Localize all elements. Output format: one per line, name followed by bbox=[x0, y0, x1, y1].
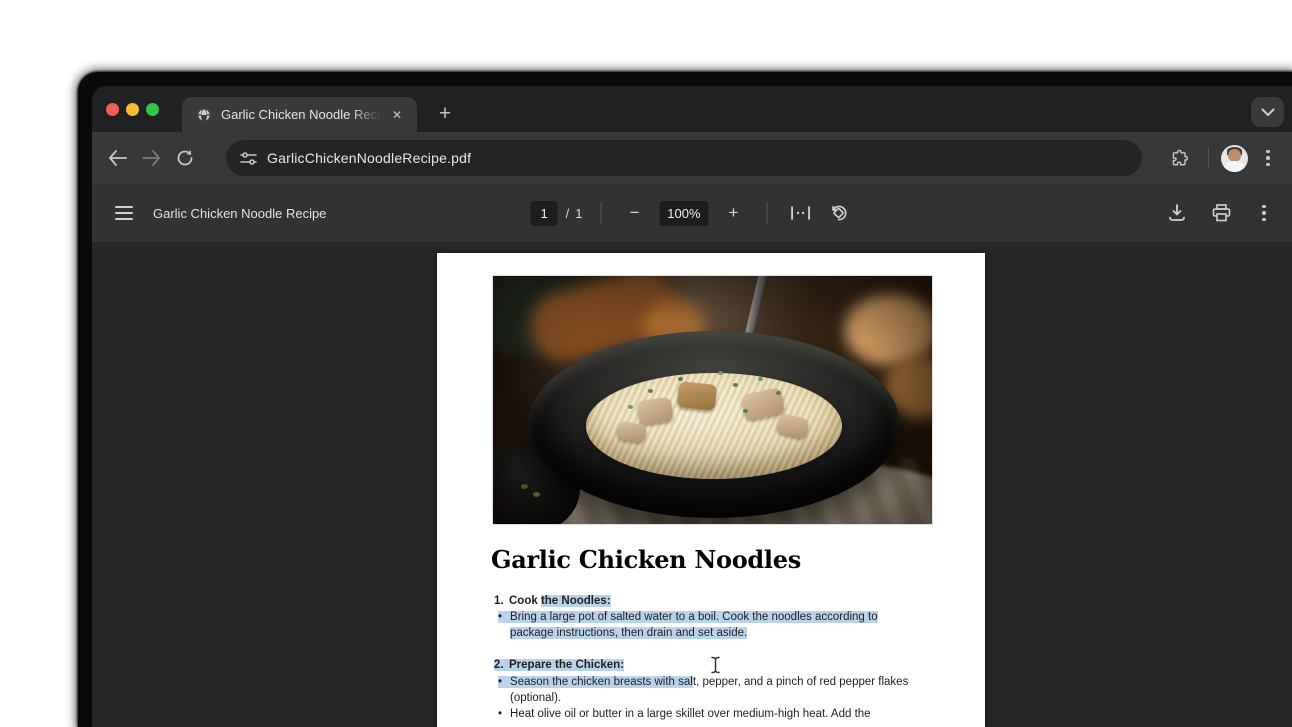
forward-button[interactable] bbox=[134, 141, 168, 175]
text-cursor-ibeam bbox=[710, 656, 721, 674]
pdf-viewer-area[interactable]: Garlic Chicken Noodles 1.Cook the Noodle… bbox=[92, 242, 1292, 727]
toolbar-divider bbox=[1208, 147, 1209, 169]
browser-window: Garlic Chicken Noodle Reci ✕ + bbox=[92, 86, 1292, 727]
pdf-toolbar-divider bbox=[600, 202, 601, 224]
window-controls bbox=[106, 103, 159, 116]
step-1-bullet-line-1: • Bring a large pot of salted water to a … bbox=[498, 609, 878, 625]
bullet-glyph: • bbox=[498, 611, 502, 623]
step-2-bullet-2-text: Heat olive oil or butter in a large skil… bbox=[510, 708, 871, 720]
new-tab-button[interactable]: + bbox=[430, 99, 460, 129]
pdf-toolbar-center: / 1 − 100% + bbox=[531, 184, 854, 242]
zoom-out-button[interactable]: − bbox=[619, 198, 649, 228]
pdf-menu-hamburger-icon[interactable] bbox=[110, 199, 138, 227]
step-1-bullet-text-2: package instructions, then drain and set… bbox=[510, 627, 747, 639]
back-button[interactable] bbox=[100, 141, 134, 175]
download-icon[interactable] bbox=[1162, 198, 1192, 228]
active-tab[interactable]: Garlic Chicken Noodle Reci ✕ bbox=[182, 97, 417, 132]
print-icon[interactable] bbox=[1206, 198, 1236, 228]
page-number-input[interactable] bbox=[531, 201, 558, 226]
profile-avatar[interactable] bbox=[1221, 145, 1248, 172]
page-total: 1 bbox=[575, 206, 582, 221]
page-divider: / bbox=[566, 206, 570, 221]
step-2-bullet-text-2: (optional). bbox=[510, 692, 561, 704]
zoom-level-value: 100% bbox=[659, 201, 708, 226]
browser-toolbar: GarlicChickenNoodleRecipe.pdf bbox=[92, 132, 1292, 184]
globe-favicon-icon bbox=[196, 107, 212, 123]
pdf-document-title: Garlic Chicken Noodle Recipe bbox=[153, 184, 326, 242]
bullet-glyph: • bbox=[498, 676, 502, 688]
browser-menu-dots-icon[interactable] bbox=[1254, 144, 1282, 172]
step-1-marker: 1. bbox=[494, 593, 509, 609]
reload-button[interactable] bbox=[168, 141, 202, 175]
step-2-heading: 2.Prepare the Chicken: bbox=[494, 657, 624, 673]
avatar-face bbox=[1228, 149, 1241, 162]
site-settings-tune-icon[interactable] bbox=[240, 151, 257, 166]
photo-vignette bbox=[493, 276, 932, 524]
pdf-toolbar-divider-2 bbox=[766, 202, 767, 224]
avatar-shoulders bbox=[1223, 161, 1246, 172]
step-2-marker: 2. bbox=[494, 657, 509, 673]
chevron-down-icon bbox=[1261, 108, 1275, 117]
step-2-heading-selected: Prepare the Chicken: bbox=[509, 659, 624, 671]
minimize-window-button[interactable] bbox=[126, 103, 139, 116]
toolbar-right-group bbox=[1162, 132, 1292, 184]
url-text: GarlicChickenNoodleRecipe.pdf bbox=[267, 150, 471, 166]
tab-strip: Garlic Chicken Noodle Reci ✕ + bbox=[92, 86, 1292, 132]
extensions-puzzle-icon[interactable] bbox=[1162, 141, 1196, 175]
rotate-icon[interactable] bbox=[823, 198, 853, 228]
browser-window-frame: Garlic Chicken Noodle Reci ✕ + bbox=[78, 72, 1292, 727]
maximize-window-button[interactable] bbox=[146, 103, 159, 116]
step-2-bullet-text-selected: Season the chicken breasts with sal bbox=[510, 676, 693, 688]
pdf-page[interactable]: Garlic Chicken Noodles 1.Cook the Noodle… bbox=[437, 253, 985, 727]
pdf-toolbar-right bbox=[1162, 184, 1278, 242]
pdf-toolbar: Garlic Chicken Noodle Recipe / 1 − 100% … bbox=[92, 184, 1292, 242]
step-1-heading-selected: the Noodles: bbox=[541, 595, 611, 607]
step-1-bullet-text-1: Bring a large pot of salted water to a b… bbox=[510, 611, 878, 623]
step-1-heading: 1.Cook the Noodles: bbox=[494, 593, 611, 609]
close-window-button[interactable] bbox=[106, 103, 119, 116]
step-2-bullet-text-normal: t, pepper, and a pinch of red pepper fla… bbox=[693, 676, 908, 688]
step-1-heading-normal: Cook bbox=[509, 595, 541, 607]
tab-close-icon[interactable]: ✕ bbox=[387, 105, 407, 125]
recipe-photo bbox=[492, 275, 933, 525]
recipe-title: Garlic Chicken Noodles bbox=[491, 545, 801, 574]
pdf-more-vertical-icon[interactable] bbox=[1250, 199, 1278, 227]
screenshot-canvas: Garlic Chicken Noodle Reci ✕ + bbox=[0, 0, 1292, 727]
tab-title: Garlic Chicken Noodle Reci bbox=[221, 107, 381, 122]
step-1-bullet-line-2: package instructions, then drain and set… bbox=[510, 625, 747, 641]
step-2-bullet-line-1: • Season the chicken breasts with salt, p… bbox=[498, 674, 908, 690]
step-2-bullet-line-2: (optional). bbox=[510, 690, 561, 706]
step-2-bullet-2-line-1: • Heat olive oil or butter in a large ski… bbox=[498, 706, 871, 722]
tab-search-chevron-button[interactable] bbox=[1251, 97, 1284, 127]
address-bar[interactable]: GarlicChickenNoodleRecipe.pdf bbox=[226, 140, 1142, 176]
bullet-glyph: • bbox=[498, 708, 502, 720]
zoom-in-button[interactable]: + bbox=[718, 198, 748, 228]
fit-to-width-icon[interactable] bbox=[785, 198, 815, 228]
